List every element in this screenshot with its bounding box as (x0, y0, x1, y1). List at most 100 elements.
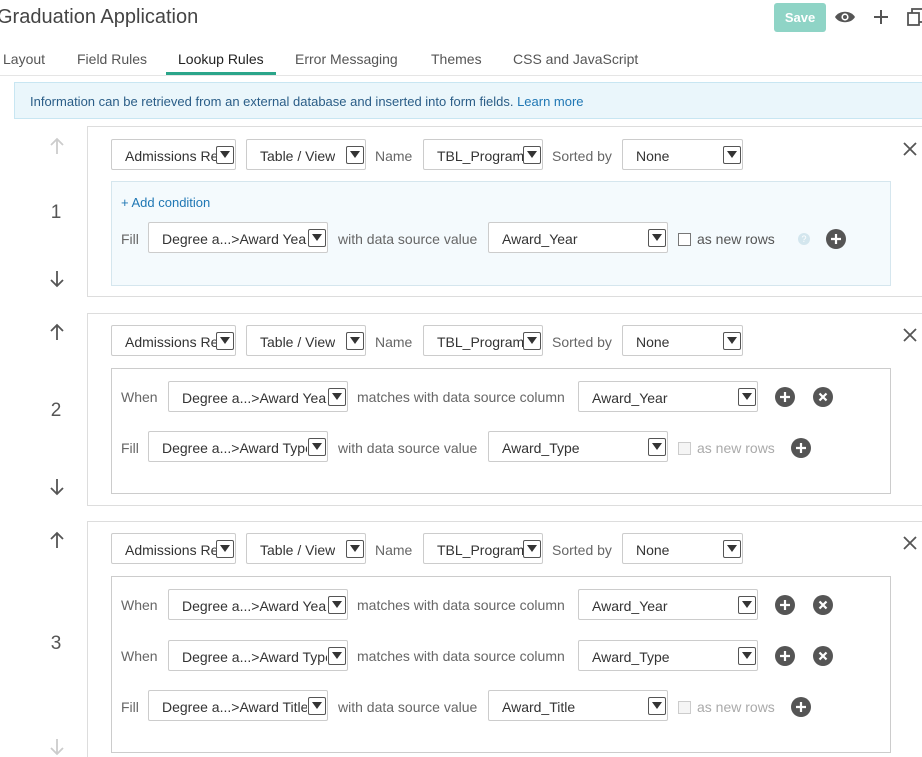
chevron-down-icon (308, 229, 326, 247)
arrow-down-icon[interactable] (47, 477, 67, 497)
source-type-select[interactable]: Table / View (246, 533, 366, 564)
table-name-select[interactable]: TBL_Program (423, 139, 543, 170)
fill-value-select[interactable]: Award_Year (488, 222, 668, 253)
select-value: Degree a...>Award Year (162, 231, 307, 247)
as-new-rows-label: as new rows (697, 231, 775, 247)
matches-label: matches with data source column (357, 597, 565, 613)
chevron-down-icon (738, 647, 756, 665)
table-name-select[interactable]: TBL_Program (423, 325, 543, 356)
chevron-down-icon (523, 146, 541, 164)
add-circle-icon[interactable] (791, 697, 811, 717)
select-value: TBL_Program (437, 148, 523, 164)
select-value: Table / View (260, 148, 336, 164)
condition-column-select[interactable]: Award_Year (578, 589, 758, 620)
add-circle-icon[interactable] (791, 438, 811, 458)
select-value: Degree a...>Award Type (162, 440, 307, 456)
sorted-by-label: Sorted by (552, 542, 612, 558)
chevron-down-icon (216, 332, 234, 350)
select-value: Award_Year (592, 598, 668, 614)
as-new-rows-checkbox (678, 701, 691, 714)
tab-themes[interactable]: Themes (431, 51, 482, 67)
rule-number: 1 (50, 202, 62, 223)
select-value: None (636, 334, 670, 350)
tab-error-messaging[interactable]: Error Messaging (295, 51, 398, 67)
header: Graduation Application Save (0, 0, 922, 40)
arrow-up-icon[interactable] (47, 322, 67, 342)
plus-icon[interactable] (869, 5, 893, 29)
when-label: When (121, 597, 158, 613)
add-circle-icon[interactable] (826, 229, 846, 249)
tab-layout[interactable]: Layout (3, 51, 45, 67)
chevron-down-icon (308, 438, 326, 456)
sort-select[interactable]: None (622, 139, 743, 170)
remove-circle-icon[interactable] (813, 595, 833, 615)
copy-icon[interactable] (904, 5, 922, 29)
tab-lookup-rules[interactable]: Lookup Rules (178, 51, 264, 67)
tab-field-rules[interactable]: Field Rules (77, 51, 147, 67)
remove-circle-icon[interactable] (813, 387, 833, 407)
when-label: When (121, 389, 158, 405)
fill-field-select[interactable]: Degree a...>Award Title (148, 690, 328, 721)
as-new-rows-checkbox[interactable] (678, 233, 691, 246)
select-value: Award_Year (502, 231, 578, 247)
add-circle-icon[interactable] (775, 387, 795, 407)
source-type-select[interactable]: Table / View (246, 139, 366, 170)
arrow-down-icon[interactable] (47, 269, 67, 289)
condition-field-select[interactable]: Degree a...>Award Year (168, 589, 348, 620)
fill-field-select[interactable]: Degree a...>Award Type (148, 431, 328, 462)
name-label: Name (375, 542, 413, 558)
chevron-down-icon (308, 697, 326, 715)
select-value: Degree a...>Award Year (182, 598, 327, 614)
learn-more-link[interactable]: Learn more (517, 94, 583, 109)
data-source-select[interactable]: Admissions Re (111, 533, 236, 564)
as-new-rows-checkbox (678, 442, 691, 455)
condition-field-select[interactable]: Degree a...>Award Year (168, 381, 348, 412)
arrow-up-icon (47, 136, 67, 156)
select-value: Admissions Re (125, 148, 217, 164)
info-banner: Information can be retrieved from an ext… (14, 82, 922, 119)
source-type-select[interactable]: Table / View (246, 325, 366, 356)
name-label: Name (375, 334, 413, 350)
sorted-by-label: Sorted by (552, 148, 612, 164)
fill-value-select[interactable]: Award_Type (488, 431, 668, 462)
select-value: Degree a...>Award Title (162, 699, 307, 715)
close-icon[interactable] (901, 534, 919, 552)
chevron-down-icon (648, 438, 666, 456)
chevron-down-icon (723, 540, 741, 558)
condition-column-select[interactable]: Award_Type (578, 640, 758, 671)
select-value: TBL_Program (437, 334, 523, 350)
data-source-select[interactable]: Admissions Re (111, 325, 236, 356)
condition-field-select[interactable]: Degree a...>Award Type (168, 640, 348, 671)
chevron-down-icon (523, 332, 541, 350)
fill-field-select[interactable]: Degree a...>Award Year (148, 222, 328, 253)
help-icon[interactable]: ? (798, 233, 810, 245)
chevron-down-icon (523, 540, 541, 558)
fill-value-select[interactable]: Award_Title (488, 690, 668, 721)
table-name-select[interactable]: TBL_Program (423, 533, 543, 564)
close-icon[interactable] (901, 326, 919, 344)
chevron-down-icon (346, 332, 364, 350)
info-text: Information can be retrieved from an ext… (30, 94, 584, 109)
add-circle-icon[interactable] (775, 595, 795, 615)
add-condition-link[interactable]: + Add condition (121, 195, 210, 210)
tab-css-javascript[interactable]: CSS and JavaScript (513, 51, 638, 67)
select-value: Admissions Re (125, 334, 217, 350)
data-source-select[interactable]: Admissions Re (111, 139, 236, 170)
select-value: Award_Type (502, 440, 580, 456)
close-icon[interactable] (901, 140, 919, 158)
chevron-down-icon (648, 697, 666, 715)
remove-circle-icon[interactable] (813, 646, 833, 666)
sort-select[interactable]: None (622, 533, 743, 564)
select-value: Table / View (260, 334, 336, 350)
add-circle-icon[interactable] (775, 646, 795, 666)
sort-select[interactable]: None (622, 325, 743, 356)
condition-column-select[interactable]: Award_Year (578, 381, 758, 412)
chevron-down-icon (328, 647, 346, 665)
sorted-by-label: Sorted by (552, 334, 612, 350)
eye-icon[interactable] (833, 5, 857, 29)
rule-number: 3 (50, 633, 62, 654)
arrow-up-icon[interactable] (47, 530, 67, 550)
tab-divider (0, 75, 922, 76)
save-button[interactable]: Save (774, 3, 826, 32)
when-label: When (121, 648, 158, 664)
